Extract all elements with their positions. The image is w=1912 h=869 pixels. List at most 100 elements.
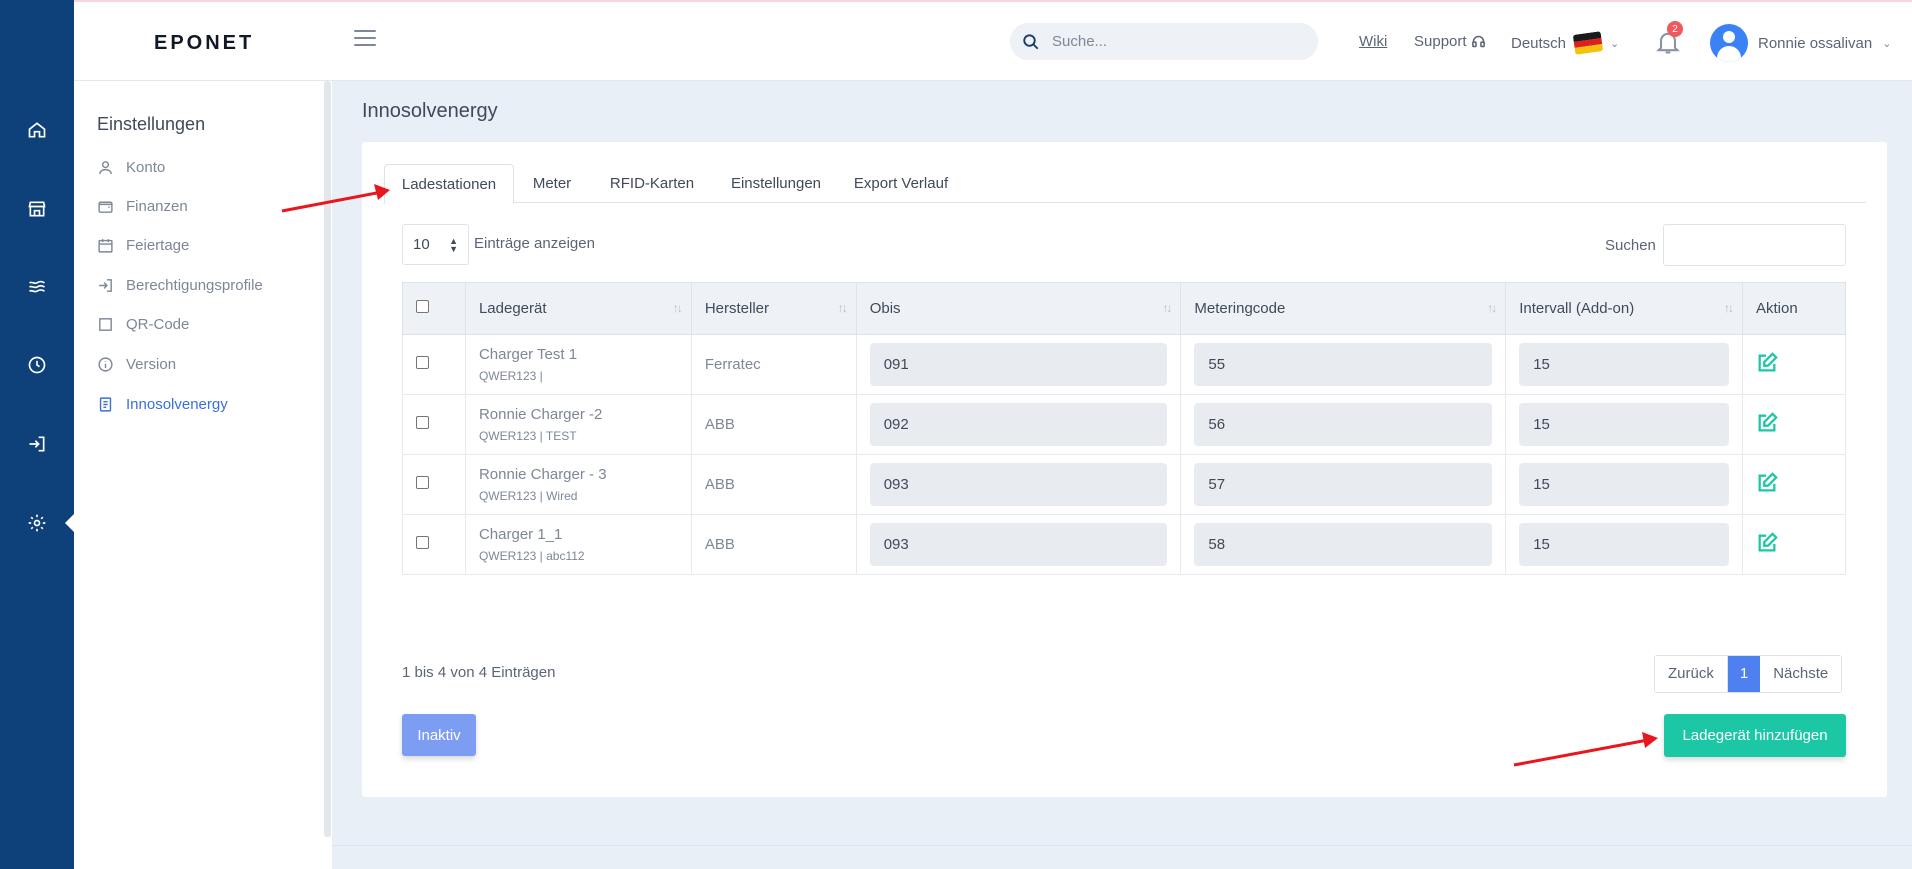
entries-select[interactable]: 10 ▲ ▼ xyxy=(402,224,469,265)
table-header-row: Ladegerät ↑↓ Hersteller ↑↓ Obis ↑↓ Metering… xyxy=(402,282,1846,335)
obis-input[interactable]: 093 xyxy=(869,463,1168,506)
obis-input[interactable]: 091 xyxy=(869,343,1168,386)
chevron-down-icon: ⌄ xyxy=(1610,37,1620,50)
entries-label: Einträge anzeigen xyxy=(474,235,595,252)
waves-icon[interactable] xyxy=(20,270,54,304)
metering-input[interactable]: 57 xyxy=(1194,463,1493,506)
tab-einstellungen[interactable]: Einstellungen xyxy=(714,164,838,204)
add-charger-button[interactable]: Ladegerät hinzufügen xyxy=(1664,714,1846,757)
row-checkbox[interactable] xyxy=(416,536,429,549)
clock-icon[interactable] xyxy=(20,348,54,382)
table-row: Ronnie Charger -2 QWER123 | TEST ABB 092 … xyxy=(402,394,1846,455)
column-ladegeraet[interactable]: Ladegerät ↑↓ xyxy=(464,282,692,335)
user-name: Ronnie ossalivan xyxy=(1758,34,1873,52)
wiki-link[interactable]: Wiki xyxy=(1359,33,1387,50)
store-icon[interactable] xyxy=(20,192,54,226)
german-flag-icon xyxy=(1572,31,1604,55)
language-label: Deutsch xyxy=(1511,34,1567,52)
row-checkbox[interactable] xyxy=(416,356,429,369)
column-aktion: Aktion xyxy=(1742,282,1846,335)
column-obis[interactable]: Obis ↑↓ xyxy=(855,282,1182,335)
tab-export-verlauf[interactable]: Export Verlauf xyxy=(838,164,964,204)
login-icon[interactable] xyxy=(20,427,54,461)
charger-subtitle: QWER123 | abc112 xyxy=(478,549,585,563)
row-checkbox[interactable] xyxy=(416,476,429,489)
menu-toggle-icon[interactable] xyxy=(354,30,376,50)
edit-icon[interactable] xyxy=(1756,471,1778,494)
metering-input[interactable]: 55 xyxy=(1194,343,1493,386)
select-all-checkbox[interactable] xyxy=(416,300,429,313)
sidebar-item-label: Konto xyxy=(126,159,166,176)
chevron-down-icon: ⌄ xyxy=(1882,37,1892,50)
interval-input[interactable]: 15 xyxy=(1519,463,1729,506)
edit-icon[interactable] xyxy=(1756,411,1778,434)
obis-input[interactable]: 092 xyxy=(869,403,1168,446)
interval-input[interactable]: 15 xyxy=(1519,523,1729,566)
tab-rfid-karten[interactable]: RFID-Karten xyxy=(590,164,714,204)
interval-input[interactable]: 15 xyxy=(1519,343,1729,386)
sidebar-item-qr-code[interactable]: QR-Code xyxy=(97,316,189,333)
column-hersteller[interactable]: Hersteller ↑↓ xyxy=(690,282,857,335)
interval-cell: 15 xyxy=(1505,394,1743,455)
pagination-next[interactable]: Nächste xyxy=(1760,656,1841,692)
user-icon xyxy=(99,161,112,174)
table-row: Charger Test 1 QWER123 | Ferratec 091 55 … xyxy=(402,334,1846,395)
tab-ladestationen[interactable]: Ladestationen xyxy=(384,164,514,204)
column-label: Meteringcode xyxy=(1194,300,1286,317)
annotation-arrow-add xyxy=(1513,732,1658,767)
charger-subtitle: QWER123 | Wired xyxy=(478,489,578,503)
metering-cell: 57 xyxy=(1180,454,1507,515)
interval-cell: 15 xyxy=(1505,334,1743,395)
column-label: Aktion xyxy=(1756,300,1798,317)
row-select-cell xyxy=(402,394,466,455)
sidebar-item-label: Finanzen xyxy=(126,198,188,215)
page-title: Innosolvenergy xyxy=(362,100,498,122)
search-icon xyxy=(1023,33,1039,49)
sort-icon: ↑↓ xyxy=(837,301,848,315)
sidebar-item-berechtigungsprofile[interactable]: Berechtigungsprofile xyxy=(97,277,263,294)
sidebar-item-label: Berechtigungsprofile xyxy=(126,277,263,294)
column-meteringcode[interactable]: Meteringcode ↑↓ xyxy=(1180,282,1507,335)
row-checkbox[interactable] xyxy=(416,416,429,429)
pagination-page-1[interactable]: 1 xyxy=(1727,656,1761,692)
metering-cell: 56 xyxy=(1180,394,1507,455)
charger-name: Charger 1_1 xyxy=(478,526,563,543)
metering-input[interactable]: 56 xyxy=(1194,403,1493,446)
gear-icon[interactable] xyxy=(20,506,54,540)
support-link[interactable]: Support xyxy=(1414,33,1486,50)
sidebar-item-feiertage[interactable]: Feiertage xyxy=(97,237,189,254)
manufacturer-cell: ABB xyxy=(690,454,857,515)
edit-icon[interactable] xyxy=(1756,531,1778,554)
obis-cell: 091 xyxy=(855,334,1182,395)
square-icon xyxy=(99,318,112,331)
sidebar-item-konto[interactable]: Konto xyxy=(97,159,165,176)
table-row: Charger 1_1 QWER123 | abc112 ABB 093 58 1… xyxy=(402,514,1846,575)
metering-input[interactable]: 58 xyxy=(1194,523,1493,566)
manufacturer-cell: ABB xyxy=(690,394,857,455)
interval-input[interactable]: 15 xyxy=(1519,403,1729,446)
charger-name: Charger Test 1 xyxy=(478,346,578,363)
document-icon xyxy=(99,397,112,412)
sort-icon: ↑↓ xyxy=(1724,301,1734,315)
inactive-button[interactable]: Inaktiv xyxy=(402,714,476,756)
sidebar-item-finanzen[interactable]: Finanzen xyxy=(97,198,188,215)
obis-input[interactable]: 093 xyxy=(869,523,1168,566)
column-intervall[interactable]: Intervall (Add-on) ↑↓ xyxy=(1505,282,1743,335)
action-cell xyxy=(1742,334,1846,395)
user-menu[interactable]: Ronnie ossalivan ⌄ xyxy=(1710,24,1891,62)
search-input[interactable] xyxy=(1052,33,1292,50)
edit-icon[interactable] xyxy=(1756,351,1778,374)
table-search-input[interactable] xyxy=(1663,224,1846,266)
sidebar-item-innosolvenergy[interactable]: Innosolvenergy xyxy=(97,396,228,413)
home-icon[interactable] xyxy=(20,113,54,147)
charger-subtitle: QWER123 | xyxy=(478,369,543,383)
sidebar-item-version[interactable]: Version xyxy=(97,356,176,373)
tab-meter[interactable]: Meter xyxy=(514,164,590,204)
entries-value: 10 xyxy=(413,236,430,253)
manufacturer-cell: ABB xyxy=(690,514,857,575)
language-selector[interactable]: Deutsch ⌄ xyxy=(1511,31,1620,55)
pagination-prev[interactable]: Zurück xyxy=(1655,656,1728,692)
logo: EPONET xyxy=(154,32,255,54)
sidebar-item-label: Version xyxy=(126,356,177,373)
login-icon xyxy=(99,279,112,292)
